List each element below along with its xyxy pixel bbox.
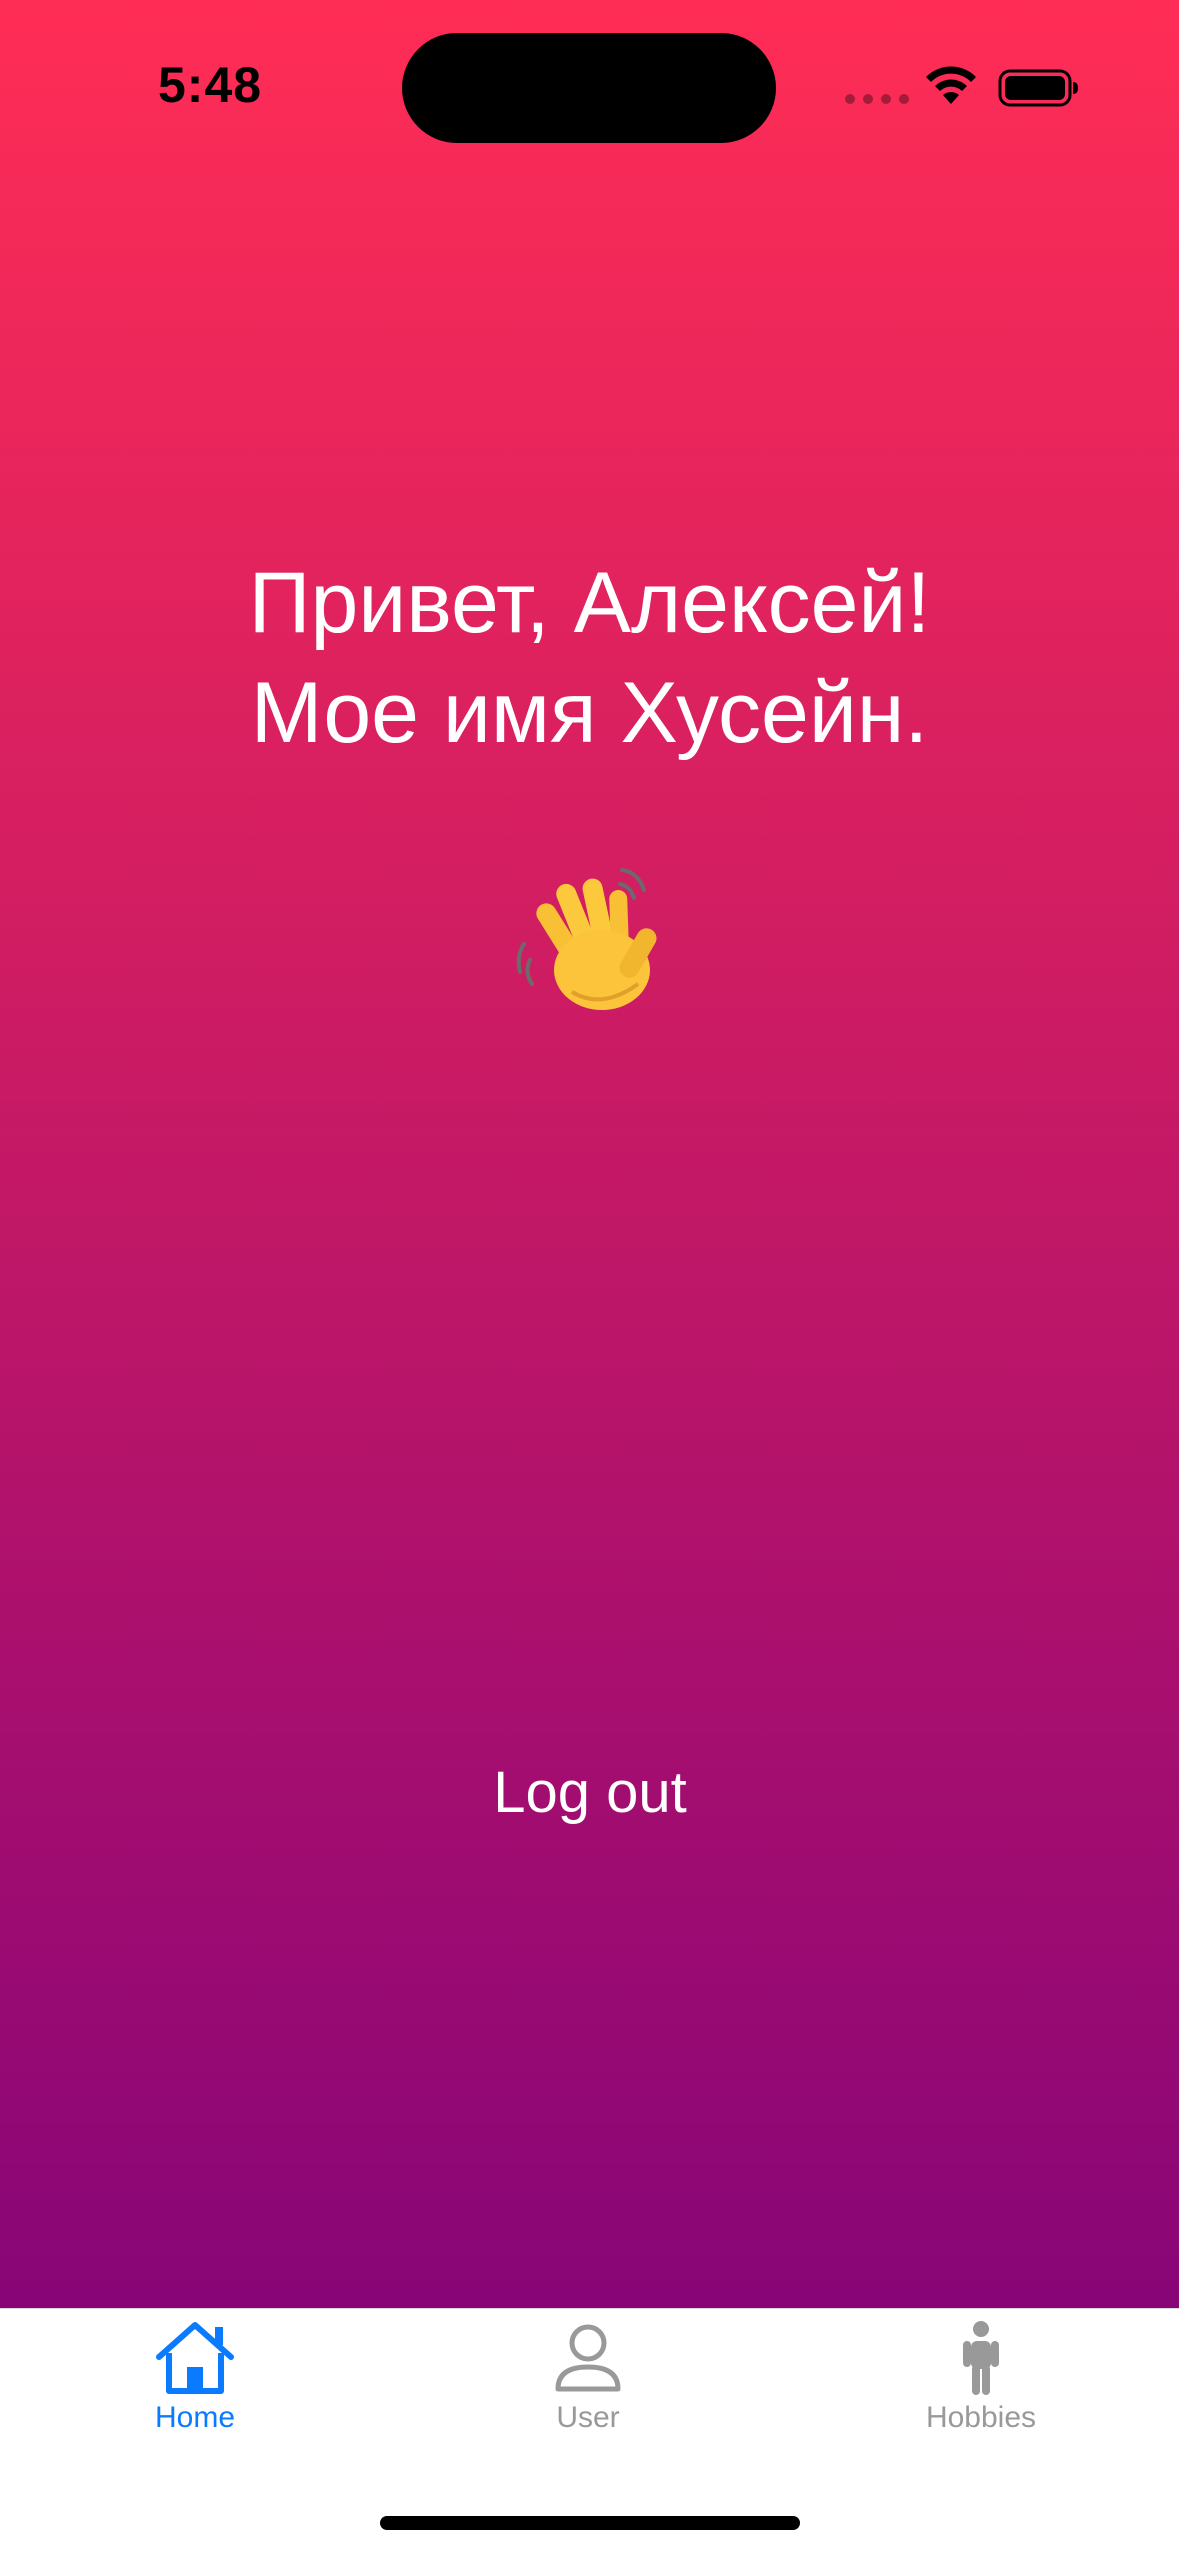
tab-user-label: User xyxy=(556,2401,620,2434)
logout-button[interactable]: Log out xyxy=(440,1748,740,1838)
person-icon xyxy=(555,2324,621,2392)
figure-stand-icon xyxy=(963,2321,999,2395)
gradient-background: 5:48 Привет, Алексей! Мое имя Хусейн. Lo… xyxy=(0,0,1179,2308)
greeting-line-2: Мое имя Хусейн. xyxy=(250,665,929,761)
status-time: 5:48 xyxy=(158,57,263,113)
cellular-signal-icon xyxy=(845,94,909,104)
greeting-line-1: Привет, Алексей! xyxy=(248,555,931,651)
house-icon xyxy=(156,2322,234,2394)
battery-icon xyxy=(998,69,1078,107)
tab-user[interactable]: User xyxy=(463,2319,713,2469)
wifi-icon xyxy=(926,66,976,104)
tab-home-label: Home xyxy=(154,2401,236,2434)
tab-home[interactable]: Home xyxy=(70,2319,320,2469)
dynamic-island xyxy=(402,33,776,143)
greeting-text: Привет, Алексей! Мое имя Хусейн. xyxy=(0,548,1179,768)
tab-hobbies[interactable]: Hobbies xyxy=(856,2319,1106,2469)
tab-hobbies-label: Hobbies xyxy=(925,2401,1037,2434)
home-indicator[interactable] xyxy=(380,2516,800,2530)
app-screen: 5:48 Привет, Алексей! Мое имя Хусейн. Lo… xyxy=(0,0,1179,2556)
waving-hand-icon xyxy=(516,868,657,1010)
